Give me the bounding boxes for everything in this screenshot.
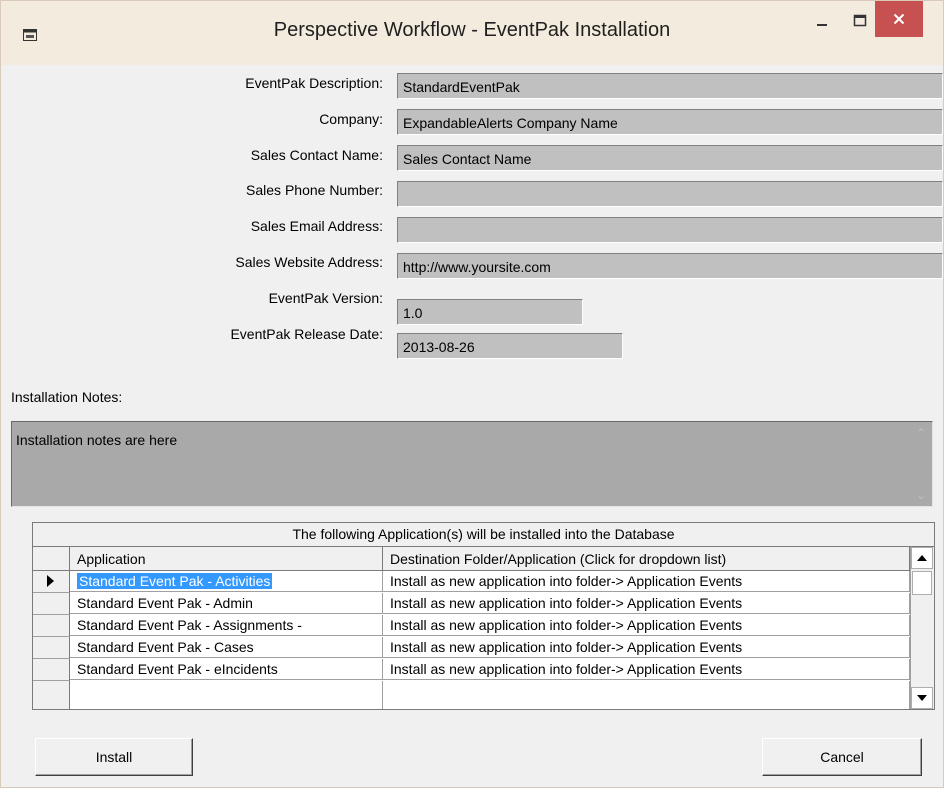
row-selector[interactable] (33, 659, 70, 681)
eventpak-version-field[interactable]: 1.0 (397, 299, 583, 325)
maximize-icon (853, 14, 867, 27)
table-row-partial (33, 681, 910, 709)
application-cell[interactable]: Standard Event Pak - Cases (70, 637, 383, 658)
row-selector (33, 681, 70, 709)
sales-phone-number-field[interactable] (397, 181, 943, 207)
current-row-pointer-icon (47, 575, 54, 587)
eventpak-description-field[interactable]: StandardEventPak (397, 73, 943, 99)
installation-notes-text: Installation notes are here (16, 432, 178, 448)
eventpak-release-date-label: EventPak Release Date: (230, 326, 383, 342)
company-label: Company: (319, 111, 383, 127)
destination-cell[interactable]: Install as new application into folder->… (383, 593, 910, 614)
destination-cell[interactable]: Install as new application into folder->… (383, 615, 910, 636)
destination-cell (383, 681, 910, 709)
eventpak-description-label: EventPak Description: (245, 75, 383, 91)
table-row[interactable]: Standard Event Pak - Activities Install … (33, 571, 910, 593)
install-button[interactable]: Install (35, 738, 193, 776)
application-cell (70, 681, 383, 709)
notes-scrollbar[interactable]: ⌃ ⌄ (912, 422, 932, 506)
maximize-button[interactable] (845, 1, 875, 41)
sales-email-address-label: Sales Email Address: (250, 218, 383, 234)
selected-application-text: Standard Event Pak - Activities (77, 573, 273, 589)
destination-cell[interactable]: Install as new application into folder->… (383, 571, 910, 592)
scroll-up-icon[interactable]: ⌃ (916, 426, 926, 440)
close-icon (893, 13, 905, 25)
application-cell[interactable]: Standard Event Pak - eIncidents (70, 659, 383, 680)
sales-phone-number-label: Sales Phone Number: (246, 182, 383, 198)
minimize-button[interactable] (799, 1, 845, 41)
column-header-application[interactable]: Application (70, 547, 383, 571)
application-cell[interactable]: Standard Event Pak - Admin (70, 593, 383, 614)
column-header-destination[interactable]: Destination Folder/Application (Click fo… (383, 547, 910, 571)
close-button[interactable] (875, 1, 923, 37)
row-selector[interactable] (33, 615, 70, 637)
grid-caption: The following Application(s) will be ins… (33, 523, 934, 547)
title-bar[interactable]: Perspective Workflow - EventPak Installa… (1, 1, 943, 65)
installer-window: Perspective Workflow - EventPak Installa… (0, 0, 944, 788)
row-header-column (33, 547, 70, 571)
row-selector[interactable] (33, 571, 70, 593)
table-row[interactable]: Standard Event Pak - eIncidents Install … (33, 659, 910, 681)
installation-notes-label: Installation Notes: (11, 389, 123, 405)
scroll-thumb[interactable] (912, 571, 932, 595)
row-selector[interactable] (33, 637, 70, 659)
sales-contact-name-field[interactable]: Sales Contact Name (397, 145, 943, 171)
application-cell[interactable]: Standard Event Pak - Assignments - (70, 615, 383, 636)
arrow-up-icon (917, 555, 927, 561)
applications-grid: The following Application(s) will be ins… (32, 522, 935, 710)
sales-email-address-field[interactable] (397, 217, 943, 243)
destination-cell[interactable]: Install as new application into folder->… (383, 637, 910, 658)
eventpak-version-label: EventPak Version: (268, 290, 383, 306)
sales-website-address-field[interactable]: http://www.yoursite.com (397, 253, 943, 279)
installation-notes-textarea[interactable]: Installation notes are here ⌃ ⌄ (11, 421, 933, 507)
destination-cell[interactable]: Install as new application into folder->… (383, 659, 910, 680)
row-selector[interactable] (33, 593, 70, 615)
company-field[interactable]: ExpandableAlerts Company Name (397, 109, 943, 135)
cancel-button[interactable]: Cancel (762, 738, 922, 776)
minimize-icon (817, 24, 827, 26)
eventpak-release-date-field[interactable]: 2013-08-26 (397, 333, 623, 359)
table-row[interactable]: Standard Event Pak - Assignments - Insta… (33, 615, 910, 637)
scroll-down-button[interactable] (911, 687, 933, 709)
sales-contact-name-label: Sales Contact Name: (250, 147, 383, 163)
scroll-down-icon[interactable]: ⌄ (916, 488, 926, 502)
table-row[interactable]: Standard Event Pak - Cases Install as ne… (33, 637, 910, 659)
table-row[interactable]: Standard Event Pak - Admin Install as ne… (33, 593, 910, 615)
sales-website-address-label: Sales Website Address: (235, 254, 383, 270)
application-cell[interactable]: Standard Event Pak - Activities (70, 571, 383, 592)
dialog-body: EventPak Description: StandardEventPak C… (9, 65, 943, 781)
scroll-up-button[interactable] (911, 547, 933, 569)
grid-vertical-scrollbar[interactable] (910, 547, 934, 709)
arrow-down-icon (917, 695, 927, 701)
